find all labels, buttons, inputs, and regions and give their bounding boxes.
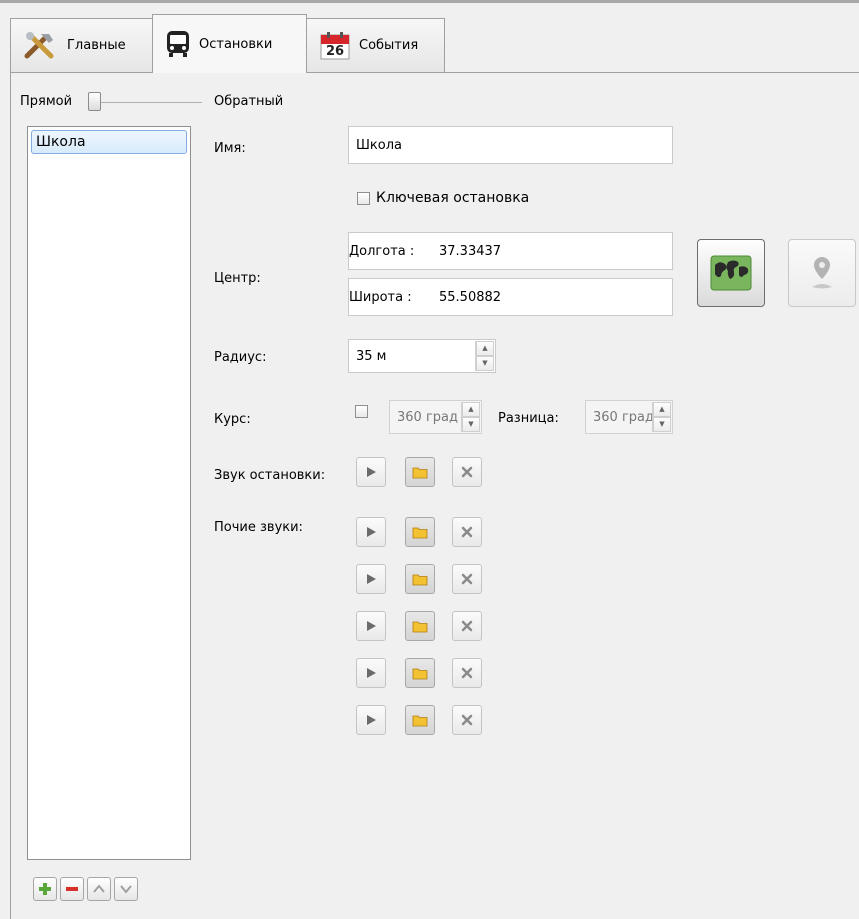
course-checkbox[interactable] [355, 405, 368, 418]
other-sound-3-clear-button[interactable] [452, 611, 482, 641]
longitude-label: Долгота : [349, 244, 415, 259]
folder-icon [412, 465, 428, 479]
other-sound-2-play-button[interactable] [356, 564, 386, 594]
stop-sound-play-button[interactable] [356, 457, 386, 487]
other-sound-2-open-button[interactable] [405, 564, 435, 594]
folder-icon [412, 525, 428, 539]
other-sound-1-open-button[interactable] [405, 517, 435, 547]
remove-stop-button[interactable] [60, 877, 84, 901]
tab-main-label: Главные [67, 38, 126, 53]
play-icon [365, 526, 377, 538]
longitude-field[interactable]: Долгота : 37.33437 [348, 232, 673, 270]
other-sound-2-clear-button[interactable] [452, 564, 482, 594]
plus-icon [39, 883, 51, 895]
stop-sound-open-button[interactable] [405, 457, 435, 487]
difference-value: 360 град [593, 409, 654, 425]
other-sound-1-clear-button[interactable] [452, 517, 482, 547]
chevron-down-icon [120, 885, 132, 894]
move-up-button[interactable] [87, 877, 111, 901]
tab-main[interactable]: Главные [10, 18, 153, 72]
chevron-up-icon [93, 884, 105, 893]
other-sound-1-play-button[interactable] [356, 517, 386, 547]
direction-slider-track[interactable] [98, 102, 202, 103]
pick-on-map-button[interactable] [697, 239, 765, 307]
close-icon [461, 573, 473, 585]
course-up-arrow-icon[interactable]: ▲ [462, 402, 480, 417]
list-item[interactable]: Школа [31, 130, 187, 154]
key-stop-checkbox[interactable] [357, 192, 370, 205]
close-icon [461, 620, 473, 632]
center-label: Центр: [214, 271, 261, 286]
direction-forward-label: Прямой [20, 94, 73, 109]
stops-list[interactable]: Школа [27, 126, 191, 860]
tab-bar: Главные Остановки 26 События [0, 14, 859, 73]
close-icon [461, 714, 473, 726]
stop-name: Школа [36, 134, 86, 150]
course-spinbox[interactable]: 360 град ▲ ▼ [389, 400, 482, 434]
direction-slider-handle[interactable] [88, 92, 101, 111]
name-label: Имя: [214, 141, 246, 156]
world-map-icon [710, 255, 752, 291]
play-icon [365, 667, 377, 679]
latitude-value: 55.50882 [439, 290, 502, 305]
window-top-edge [0, 0, 859, 3]
tab-stops[interactable]: Остановки [152, 14, 307, 73]
other-sound-4-open-button[interactable] [405, 658, 435, 688]
play-icon [365, 714, 377, 726]
folder-icon [412, 572, 428, 586]
difference-up-arrow-icon[interactable]: ▲ [653, 402, 671, 417]
other-sound-5-clear-button[interactable] [452, 705, 482, 735]
course-value: 360 град [397, 409, 458, 425]
radius-spinbox[interactable]: 35 м ▲ ▼ [348, 339, 496, 373]
other-sound-4-clear-button[interactable] [452, 658, 482, 688]
close-icon [461, 526, 473, 538]
name-input[interactable]: Школа [348, 126, 673, 164]
play-icon [365, 466, 377, 478]
other-sound-3-open-button[interactable] [405, 611, 435, 641]
latitude-label: Широта : [349, 290, 412, 305]
close-icon [461, 466, 473, 478]
other-sound-4-play-button[interactable] [356, 658, 386, 688]
minus-icon [66, 887, 78, 891]
folder-icon [412, 619, 428, 633]
play-icon [365, 573, 377, 585]
difference-spinbox[interactable]: 360 град ▲ ▼ [585, 400, 673, 434]
calendar-icon: 26 [319, 31, 351, 61]
stop-sound-clear-button[interactable] [452, 457, 482, 487]
tools-icon [23, 30, 59, 62]
calendar-day: 26 [325, 43, 345, 59]
course-label: Курс: [214, 412, 251, 427]
play-icon [365, 620, 377, 632]
move-down-button[interactable] [114, 877, 138, 901]
difference-down-arrow-icon[interactable]: ▼ [653, 417, 671, 432]
radius-label: Радиус: [214, 350, 267, 365]
location-pin-icon [812, 257, 832, 289]
close-icon [461, 667, 473, 679]
other-sounds-label: Почие звуки: [214, 520, 303, 535]
show-location-button[interactable] [788, 239, 856, 307]
tab-events-label: События [359, 38, 419, 53]
radius-down-arrow-icon[interactable]: ▼ [476, 356, 494, 371]
direction-backward-label: Обратный [214, 94, 284, 109]
radius-up-arrow-icon[interactable]: ▲ [476, 341, 494, 356]
other-sound-5-play-button[interactable] [356, 705, 386, 735]
name-input-value: Школа [356, 137, 402, 153]
difference-label: Разница: [498, 411, 559, 426]
other-sound-5-open-button[interactable] [405, 705, 435, 735]
tab-events[interactable]: 26 События [306, 18, 445, 72]
radius-value: 35 м [356, 348, 387, 364]
course-down-arrow-icon[interactable]: ▼ [462, 417, 480, 432]
folder-icon [412, 713, 428, 727]
tab-stops-label: Остановки [199, 36, 273, 52]
other-sound-3-play-button[interactable] [356, 611, 386, 641]
folder-icon [412, 666, 428, 680]
key-stop-label: Ключевая остановка [376, 190, 530, 206]
add-stop-button[interactable] [33, 877, 57, 901]
latitude-field[interactable]: Широта : 55.50882 [348, 278, 673, 316]
longitude-value: 37.33437 [439, 244, 502, 259]
stop-sound-label: Звук остановки: [214, 468, 326, 483]
bus-icon [165, 29, 191, 59]
